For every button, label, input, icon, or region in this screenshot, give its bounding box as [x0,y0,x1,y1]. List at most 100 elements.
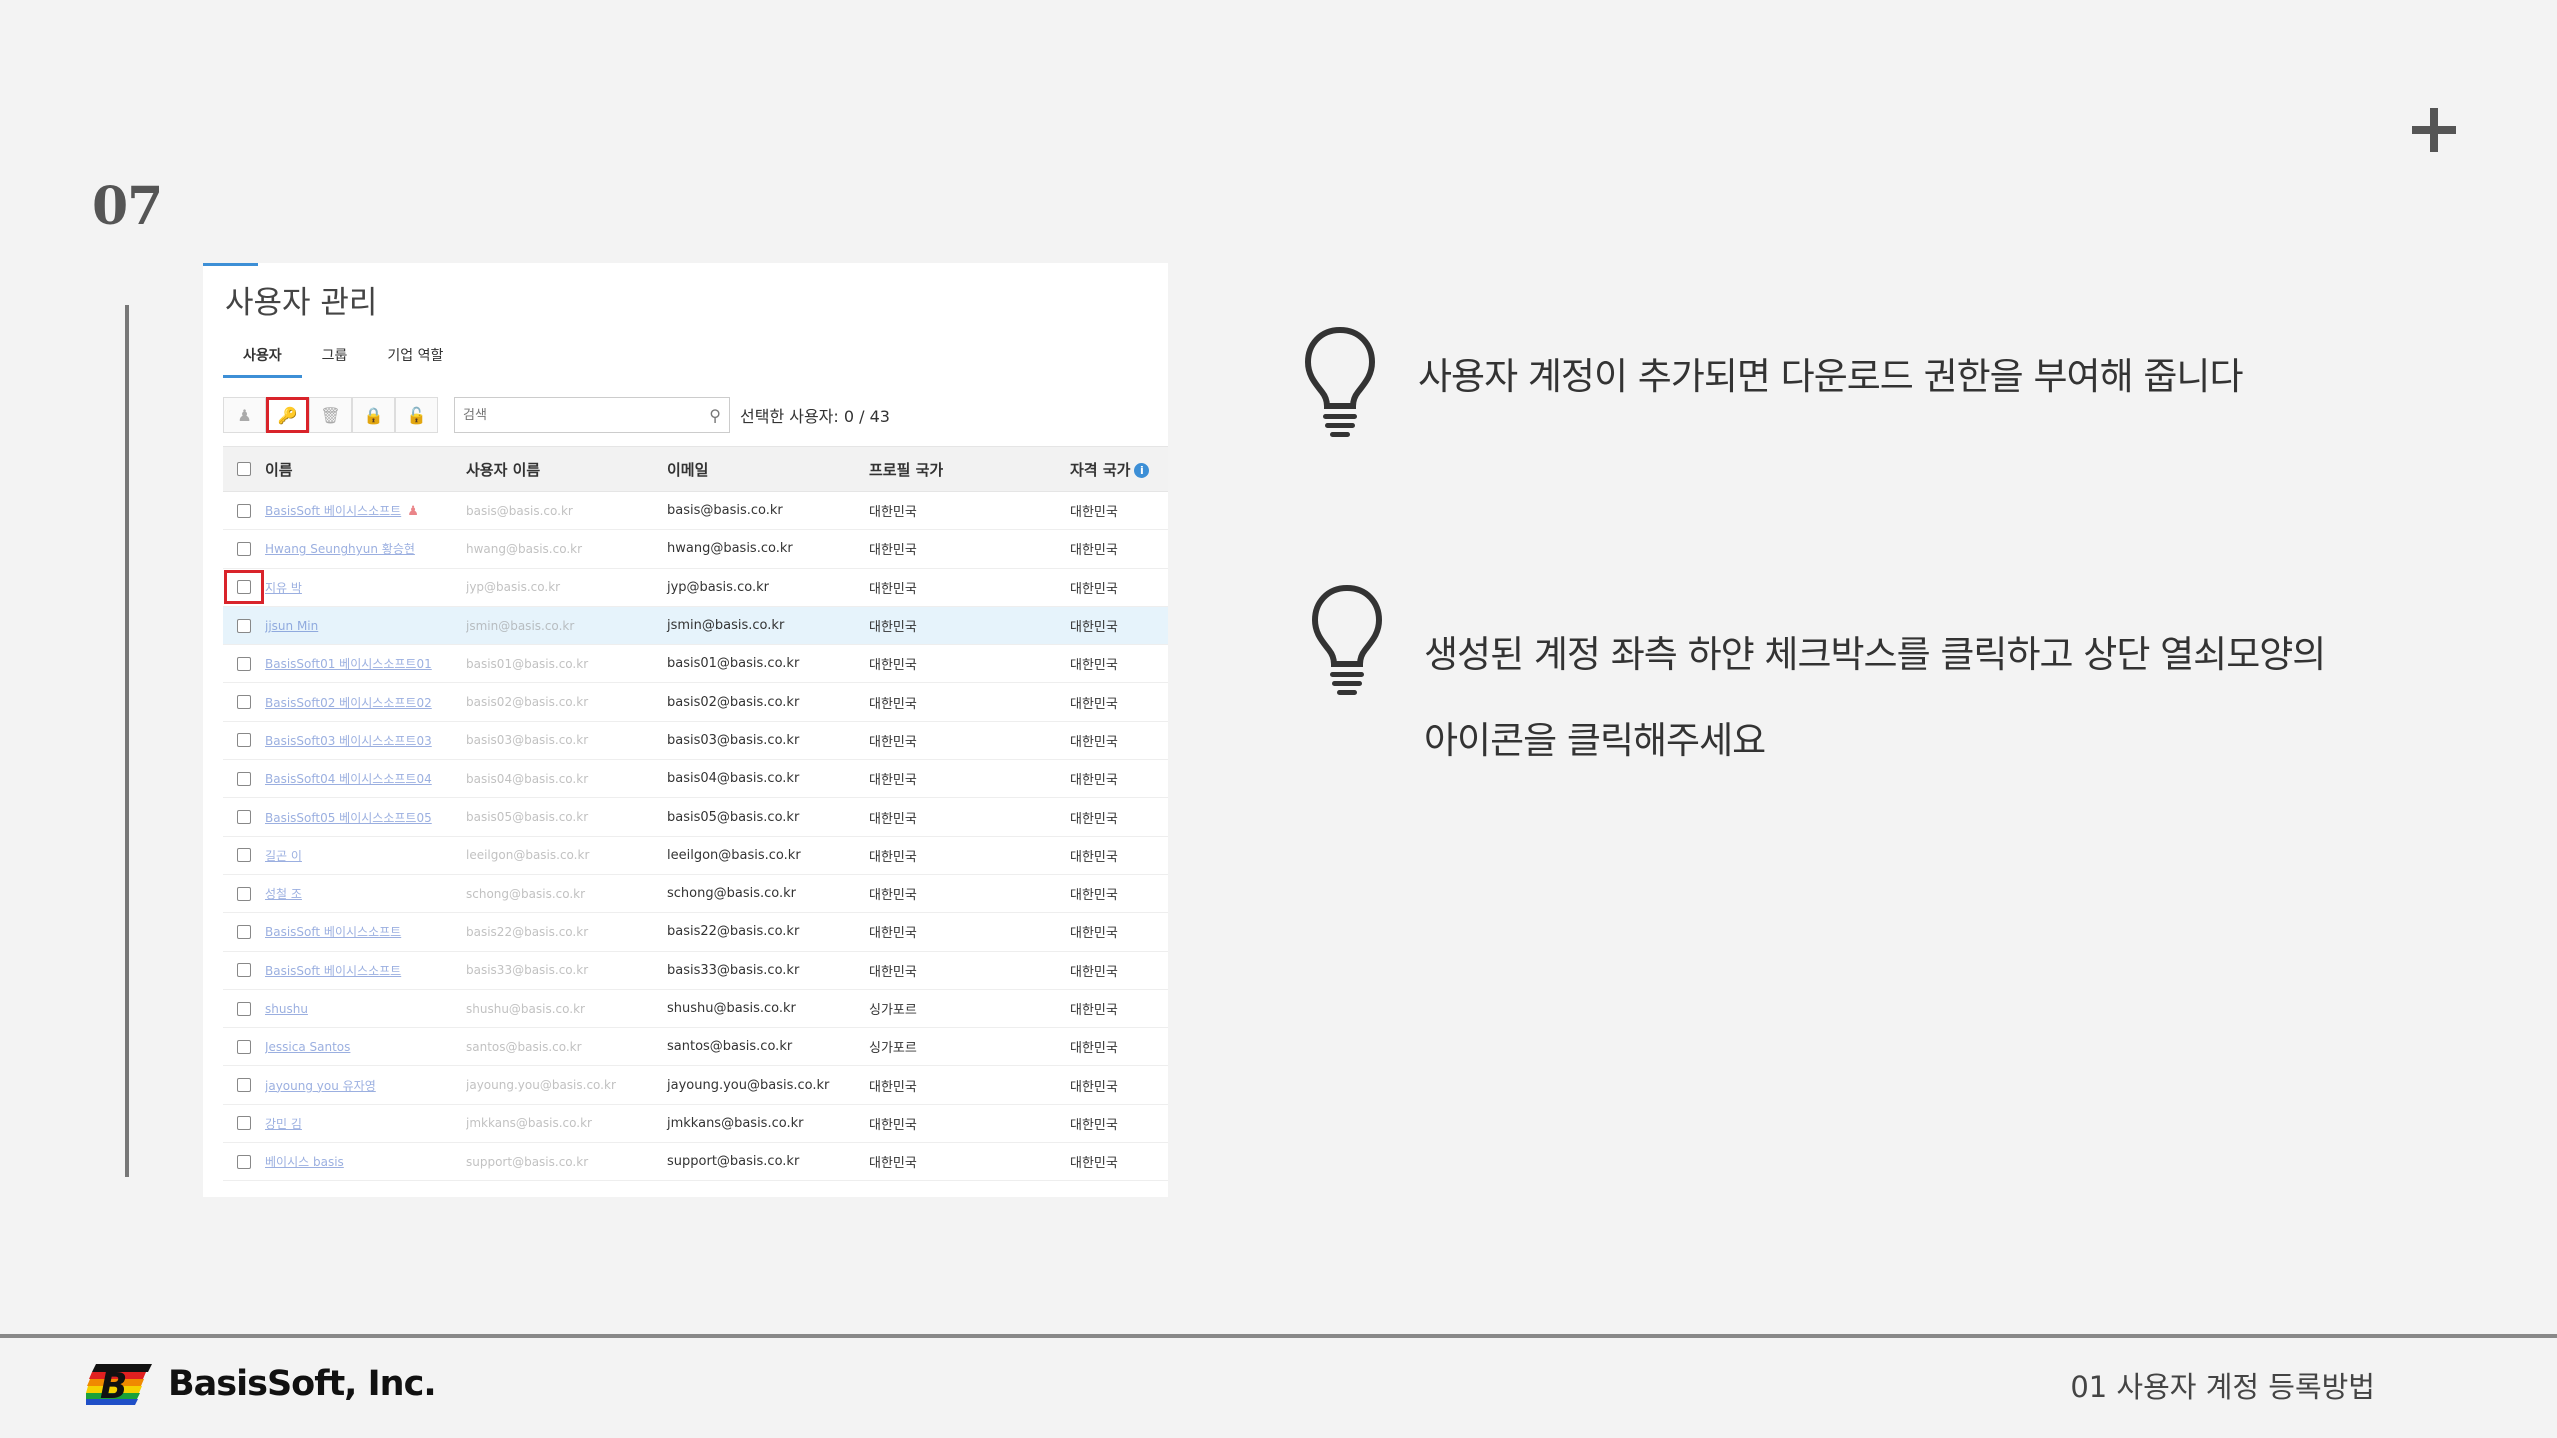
row-checkbox[interactable] [237,963,251,978]
info-icon[interactable]: i [1134,462,1150,478]
panel-accent-bar [203,263,258,266]
table-row[interactable]: BasisSoft05 베이시스소프트05 basis05@basis.co.kr… [223,798,1168,837]
lock-button[interactable]: 🔒 [352,397,395,433]
row-checkbox[interactable] [237,1039,251,1054]
search-icon[interactable]: ⚲ [709,406,721,425]
qual-country-cell: 대한민국 [1070,658,1118,674]
user-name-link[interactable]: BasisSoft02 베이시스소프트02 [265,694,466,711]
select-all-checkbox[interactable] [237,462,251,476]
column-profile-country[interactable]: 프로필 국가 [869,459,1070,480]
user-name-link[interactable]: Hwang Seunghyun 황승현 [265,540,466,557]
row-checkbox[interactable] [237,618,251,633]
user-name-link[interactable]: BasisSoft 베이시스소프트 [265,923,466,940]
username-cell: basis05@basis.co.kr [466,810,589,825]
user-name-link[interactable]: 강민 김 [265,1115,466,1132]
row-checkbox[interactable] [237,541,251,556]
tab-enterprise-roles[interactable]: 기업 역할 [367,339,463,378]
row-checkbox[interactable] [237,810,251,825]
footer-divider [0,1334,2557,1338]
plus-icon[interactable] [2412,108,2456,152]
row-checkbox[interactable] [237,503,251,518]
column-name[interactable]: 이름 [265,459,466,480]
user-name-text: jjsun Min [265,618,319,633]
profile-country-cell: 대한민국 [869,964,917,980]
table-row[interactable]: 지유 박 jyp@basis.co.kr jyp@basis.co.kr 대한민국 대한… [223,569,1168,607]
user-name-link[interactable]: 베이시스 basis [265,1153,466,1170]
table-row[interactable]: jjsun Min jsmin@basis.co.kr jsmin@basis.co… [223,606,1168,646]
table-row[interactable]: BasisSoft02 베이시스소프트02 basis02@basis.co.kr… [223,683,1168,722]
user-name-link[interactable]: BasisSoft 베이시스소프트 [265,962,466,979]
qual-country-cell: 대한민국 [1070,696,1118,712]
email-cell: hwang@basis.co.kr [667,541,793,557]
column-username[interactable]: 사용자 이름 [466,459,667,480]
row-checkbox[interactable] [237,886,251,901]
user-name-link[interactable]: BasisSoft 베이시스소프트 ♟ [265,502,466,519]
email-cell: basis@basis.co.kr [667,503,783,519]
table-row[interactable]: BasisSoft01 베이시스소프트01 basis01@basis.co.kr… [223,645,1168,684]
table-row[interactable]: 길곤 이 leeilgon@basis.co.kr leeilgon@basis.c… [223,837,1168,875]
table-row[interactable]: 성철 조 schong@basis.co.kr schong@basis.co.kr… [223,875,1168,914]
user-name-link[interactable]: shushu [265,1002,466,1016]
user-name-text: jayoung you 유자영 [265,1078,376,1093]
email-cell: support@basis.co.kr [667,1154,800,1170]
row-checkbox[interactable] [237,733,251,748]
table-row[interactable]: jayoung you 유자영 jayoung.you@basis.co.kr ja… [223,1066,1168,1105]
username-cell: support@basis.co.kr [466,1154,589,1169]
page-title: 사용자 관리 [225,285,378,321]
user-name-link[interactable]: 길곤 이 [265,847,466,864]
qual-country-cell: 대한민국 [1070,1041,1118,1057]
profile-country-cell: 대한민국 [869,696,917,712]
row-checkbox[interactable] [237,695,251,710]
user-name-link[interactable]: 성철 조 [265,885,466,902]
user-name-link[interactable]: Jessica Santos [265,1040,466,1054]
user-name-link[interactable]: BasisSoft01 베이시스소프트01 [265,655,466,672]
row-checkbox[interactable] [237,656,251,671]
table-row[interactable]: BasisSoft04 베이시스소프트04 basis04@basis.co.kr… [223,760,1168,799]
row-checkbox[interactable] [237,580,251,595]
user-name-link[interactable]: BasisSoft03 베이시스소프트03 [265,732,466,749]
table-row[interactable]: shushu shushu@basis.co.kr shushu@basis.co.… [223,990,1168,1029]
email-cell: leeilgon@basis.co.kr [667,847,801,863]
row-checkbox[interactable] [237,924,251,939]
email-cell: basis33@basis.co.kr [667,962,800,978]
key-permission-button[interactable]: 🔑 [266,397,309,433]
table-row[interactable]: BasisSoft03 베이시스소프트03 basis03@basis.co.kr… [223,722,1168,761]
column-email[interactable]: 이메일 [667,459,869,480]
qual-country-cell: 대한민국 [1070,773,1118,789]
user-name-link[interactable]: jjsun Min [265,619,466,633]
tab-users[interactable]: 사용자 [223,339,302,378]
email-cell: basis04@basis.co.kr [667,771,800,787]
selected-count: 선택한 사용자: 0 / 43 [740,407,890,426]
profile-country-cell: 대한민국 [869,1079,917,1095]
user-name-link[interactable]: BasisSoft05 베이시스소프트05 [265,809,466,826]
row-checkbox[interactable] [237,848,251,863]
row-checkbox[interactable] [237,1078,251,1093]
table-row[interactable]: Jessica Santos santos@basis.co.kr santos@b… [223,1028,1168,1067]
profile-country-cell: 싱가포르 [869,1003,917,1018]
table-row[interactable]: BasisSoft 베이시스소프트 basis33@basis.co.kr basi… [223,952,1168,990]
table-row[interactable]: BasisSoft 베이시스소프트 ♟ basis@basis.co.kr basis… [223,492,1168,531]
row-checkbox[interactable] [237,1001,251,1016]
qual-country-cell: 대한민국 [1070,505,1118,521]
delete-button[interactable]: 🗑 [309,397,352,433]
user-name-link[interactable]: jayoung you 유자영 [265,1077,466,1094]
unlock-button[interactable]: 🔓 [395,397,438,433]
table-row[interactable]: 강민 김 jmkkans@basis.co.kr jmkkans@basis.co.… [223,1105,1168,1144]
add-users-button[interactable]: ♟ [223,397,266,433]
logo-text: BasisSoft, Inc. [168,1364,437,1404]
table-row[interactable]: 베이시스 basis support@basis.co.kr support@bas… [223,1143,1168,1182]
trash-icon: 🗑 [320,405,341,425]
tab-groups[interactable]: 그룹 [302,339,368,378]
column-qual-country[interactable]: 자격 국가 i [1070,459,1168,480]
user-name-link[interactable]: 지유 박 [265,579,466,596]
row-checkbox[interactable] [237,771,251,786]
table-row[interactable]: BasisSoft 베이시스소프트 basis22@basis.co.kr basi… [223,913,1168,952]
username-cell: basis@basis.co.kr [466,503,573,518]
email-cell: basis01@basis.co.kr [667,656,800,672]
table-row[interactable]: Hwang Seunghyun 황승현 hwang@basis.co.kr hwan… [223,530,1168,569]
search-input[interactable] [463,407,683,423]
row-checkbox[interactable] [237,1116,251,1131]
user-name-link[interactable]: BasisSoft04 베이시스소프트04 [265,770,466,787]
email-cell: basis05@basis.co.kr [667,809,800,825]
row-checkbox[interactable] [237,1154,251,1169]
